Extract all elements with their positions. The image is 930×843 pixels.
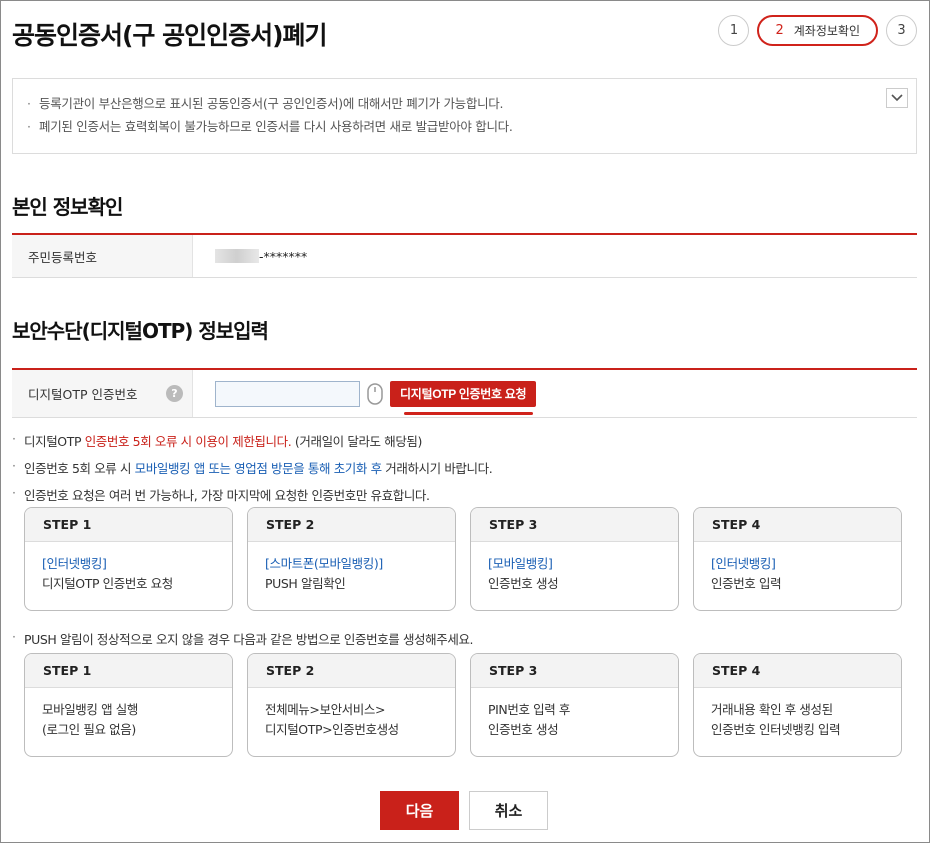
arrow-right-icon	[231, 551, 232, 567]
step-body: PIN번호 입력 후 인증번호 생성	[471, 688, 678, 752]
step-line: 인증번호 생성	[488, 576, 559, 591]
notice-box: 등록기관이 부산은행으로 표시된 공동인증서(구 공인인증서)에 대해서만 폐기…	[12, 78, 917, 154]
step-head: STEP 2	[248, 508, 455, 542]
otp-input-cell: 디지털OTP 인증번호 요청	[193, 370, 917, 417]
progress-step-2-label: 계좌정보확인	[793, 24, 860, 38]
progress-steps: 1 2 계좌정보확인 3	[718, 15, 917, 46]
otp-row: 디지털OTP 인증번호 ? 디지털OTP 인증번호 요청	[12, 368, 917, 418]
step-body: 거래내용 확인 후 생성된 인증번호 인터넷뱅킹 입력	[694, 688, 901, 752]
step-line: 전체메뉴>보안서비스>	[265, 702, 386, 717]
info-line-3: 인증번호 요청은 여러 번 가능하나, 가장 마지막에 요청한 인증번호만 유효…	[12, 485, 430, 504]
step-box: STEP 1 [인터넷뱅킹] 디지털OTP 인증번호 요청	[24, 507, 233, 611]
rrn-value: -*******	[259, 248, 308, 264]
step-body: [모바일뱅킹] 인증번호 생성	[471, 542, 678, 606]
otp-request-button[interactable]: 디지털OTP 인증번호 요청	[390, 380, 537, 415]
step-line: 디지털OTP 인증번호 요청	[42, 576, 173, 591]
chevron-down-icon	[891, 94, 903, 102]
step-body: [스마트폰(모바일뱅킹)] PUSH 알림확인	[248, 542, 455, 606]
info-highlight-text: 모바일뱅킹 앱 또는 영업점 방문을 통해 초기화 후	[134, 461, 382, 476]
arrow-right-icon	[677, 551, 678, 567]
step-line: [스마트폰(모바일뱅킹)]	[265, 556, 383, 571]
step-body: 전체메뉴>보안서비스> 디지털OTP>인증번호생성	[248, 688, 455, 752]
step-head: STEP 2	[248, 654, 455, 688]
step-box: STEP 4 거래내용 확인 후 생성된 인증번호 인터넷뱅킹 입력	[693, 653, 902, 757]
steps-row-b: STEP 1 모바일뱅킹 앱 실행 (로그인 필요 없음) STEP 2 전체메…	[24, 653, 902, 757]
arrow-right-icon	[454, 551, 455, 567]
step-line: 인증번호 생성	[488, 722, 559, 737]
mouse-icon[interactable]	[366, 382, 384, 406]
step-line: 인증번호 입력	[711, 576, 782, 591]
step-head: STEP 4	[694, 508, 901, 542]
step-body: [인터넷뱅킹] 디지털OTP 인증번호 요청	[25, 542, 232, 606]
notice-item: 폐기된 인증서는 효력회복이 불가능하므로 인증서를 다시 사용하려면 새로 발…	[27, 115, 902, 138]
step-head: STEP 4	[694, 654, 901, 688]
otp-request-label: 디지털OTP 인증번호 요청	[400, 387, 527, 401]
info-line-2: 인증번호 5회 오류 시 모바일뱅킹 앱 또는 영업점 방문을 통해 초기화 후…	[12, 458, 493, 477]
step-line: 모바일뱅킹 앱 실행	[42, 702, 138, 717]
step-box: STEP 2 [스마트폰(모바일뱅킹)] PUSH 알림확인	[247, 507, 456, 611]
step-box: STEP 4 [인터넷뱅킹] 인증번호 입력	[693, 507, 902, 611]
notice-item: 등록기관이 부산은행으로 표시된 공동인증서(구 공인인증서)에 대해서만 폐기…	[27, 92, 902, 115]
next-button[interactable]: 다음	[380, 791, 459, 830]
step-line: [모바일뱅킹]	[488, 556, 553, 571]
step-line: (로그인 필요 없음)	[42, 722, 136, 737]
cancel-button[interactable]: 취소	[469, 791, 548, 830]
notice-toggle-button[interactable]	[886, 88, 908, 108]
rrn-label: 주민등록번호	[12, 235, 193, 277]
info-text: 디지털OTP	[24, 434, 82, 449]
info-text: 거래하시기 바랍니다.	[385, 461, 493, 476]
progress-step-1: 1	[718, 15, 750, 46]
step-line: 디지털OTP>인증번호생성	[265, 722, 399, 737]
info-text: (거래일이 달라도 해당됨)	[294, 434, 423, 449]
step-head: STEP 1	[25, 654, 232, 688]
step-body: 모바일뱅킹 앱 실행 (로그인 필요 없음)	[25, 688, 232, 752]
progress-step-2-active: 2 계좌정보확인	[757, 15, 878, 46]
rrn-row: 주민등록번호 -*******	[12, 233, 917, 278]
info-warning-text: 인증번호 5회 오류 시 이용이 제한됩니다.	[84, 434, 292, 449]
rrn-value-cell: -*******	[193, 235, 917, 277]
step-box: STEP 2 전체메뉴>보안서비스> 디지털OTP>인증번호생성	[247, 653, 456, 757]
arrow-right-icon	[677, 697, 678, 713]
step-line: [인터넷뱅킹]	[42, 556, 107, 571]
otp-label-cell: 디지털OTP 인증번호 ?	[12, 370, 193, 417]
page-title: 공동인증서(구 공인인증서)폐기	[12, 21, 328, 50]
step-line: [인터넷뱅킹]	[711, 556, 776, 571]
step-box: STEP 3 PIN번호 입력 후 인증번호 생성	[470, 653, 679, 757]
steps-row-a: STEP 1 [인터넷뱅킹] 디지털OTP 인증번호 요청 STEP 2 [스마…	[24, 507, 902, 611]
identity-section-title: 본인 정보확인	[12, 195, 123, 219]
highlight-underline	[404, 411, 534, 415]
step-head: STEP 3	[471, 654, 678, 688]
step-line: 인증번호 인터넷뱅킹 입력	[711, 722, 841, 737]
step-box: STEP 3 [모바일뱅킹] 인증번호 생성	[470, 507, 679, 611]
help-icon[interactable]: ?	[166, 385, 183, 402]
rrn-masked-block	[215, 249, 259, 263]
step-box: STEP 1 모바일뱅킹 앱 실행 (로그인 필요 없음)	[24, 653, 233, 757]
step-head: STEP 3	[471, 508, 678, 542]
otp-input[interactable]	[215, 380, 360, 407]
progress-step-3: 3	[886, 15, 917, 46]
otp-label: 디지털OTP 인증번호	[28, 387, 138, 402]
step-line: 거래내용 확인 후 생성된	[711, 702, 833, 717]
step-line: PUSH 알림확인	[265, 576, 346, 591]
arrow-right-icon	[231, 697, 232, 713]
step-line: PIN번호 입력 후	[488, 702, 571, 717]
otp-section-title: 보안수단(디지털OTP) 정보입력	[12, 319, 269, 343]
step-head: STEP 1	[25, 508, 232, 542]
arrow-right-icon	[454, 697, 455, 713]
info-text: 인증번호 5회 오류 시	[24, 461, 132, 476]
progress-step-2-number: 2	[775, 23, 784, 38]
step-body: [인터넷뱅킹] 인증번호 입력	[694, 542, 901, 606]
info-line-1: 디지털OTP 인증번호 5회 오류 시 이용이 제한됩니다. (거래일이 달라도…	[12, 431, 422, 450]
info-line-4: PUSH 알림이 정상적으로 오지 않을 경우 다음과 같은 방법으로 인증번호…	[12, 629, 474, 648]
